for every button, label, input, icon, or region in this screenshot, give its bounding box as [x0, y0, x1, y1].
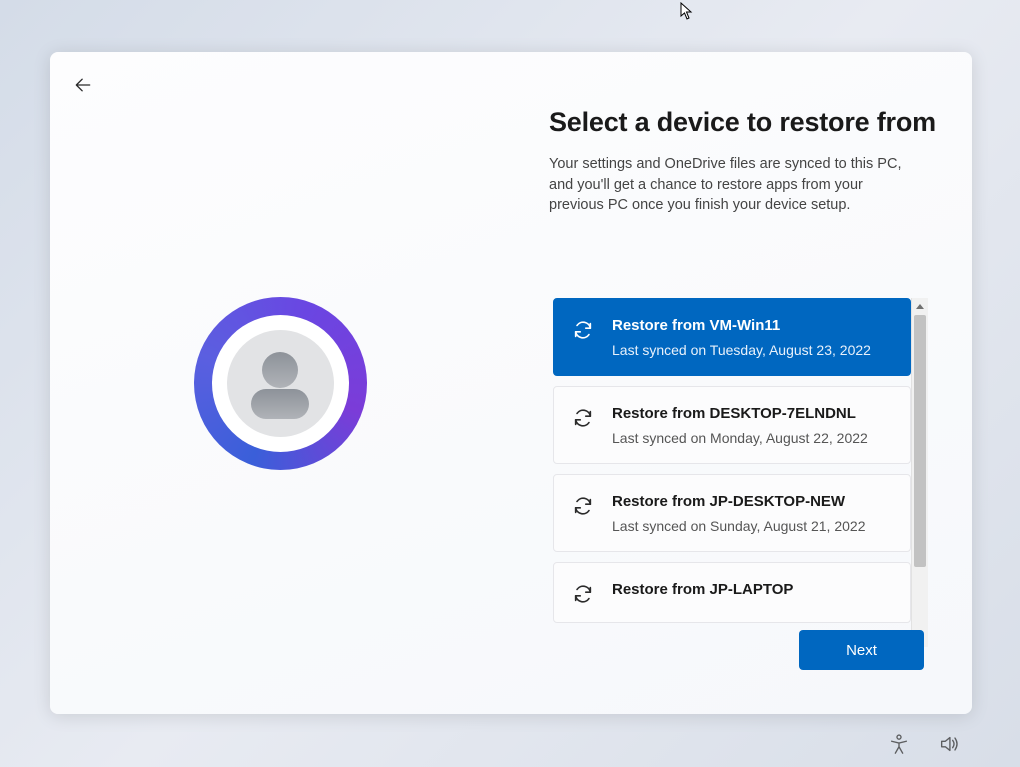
avatar-head-icon [262, 352, 298, 388]
scroll-track[interactable] [912, 315, 928, 630]
device-item[interactable]: Restore from VM-Win11 Last synced on Tues… [553, 298, 911, 376]
device-item[interactable]: Restore from JP-DESKTOP-NEW Last synced o… [553, 474, 911, 552]
chevron-up-icon [916, 304, 924, 309]
device-text: Restore from DESKTOP-7ELNDNL Last synced … [612, 405, 868, 446]
device-item[interactable]: Restore from JP-LAPTOP [553, 562, 911, 623]
setup-card: Select a device to restore from Your set… [50, 52, 972, 714]
device-text: Restore from JP-DESKTOP-NEW Last synced o… [612, 493, 865, 534]
device-sync-info: Last synced on Tuesday, August 23, 2022 [612, 342, 871, 358]
sync-icon [572, 319, 594, 341]
next-button[interactable]: Next [799, 630, 924, 670]
avatar-bg-grey [227, 330, 334, 437]
device-text: Restore from VM-Win11 Last synced on Tues… [612, 317, 871, 358]
device-title: Restore from JP-LAPTOP [612, 581, 793, 598]
device-sync-info: Last synced on Sunday, August 21, 2022 [612, 518, 865, 534]
device-list: Restore from VM-Win11 Last synced on Tues… [553, 298, 911, 647]
sync-icon [572, 407, 594, 429]
avatar-ring [194, 297, 367, 470]
device-list-wrap: Restore from VM-Win11 Last synced on Tues… [553, 298, 928, 647]
scroll-thumb[interactable] [914, 315, 926, 567]
illustration-pane [50, 52, 510, 714]
avatar-body-icon [251, 389, 309, 419]
mouse-cursor [680, 2, 694, 20]
avatar-bg-white [212, 315, 349, 452]
device-text: Restore from JP-LAPTOP [612, 581, 793, 598]
sync-icon [572, 495, 594, 517]
page-subtext: Your settings and OneDrive files are syn… [549, 154, 919, 216]
sync-icon [572, 583, 594, 605]
device-title: Restore from VM-Win11 [612, 317, 871, 334]
scroll-up-button[interactable] [912, 298, 928, 315]
device-title: Restore from JP-DESKTOP-NEW [612, 493, 865, 510]
page-title: Select a device to restore from [549, 107, 949, 138]
device-sync-info: Last synced on Monday, August 22, 2022 [612, 430, 868, 446]
accessibility-icon[interactable] [888, 733, 910, 755]
volume-icon[interactable] [938, 733, 960, 755]
device-item[interactable]: Restore from DESKTOP-7ELNDNL Last synced … [553, 386, 911, 464]
content-pane: Select a device to restore from Your set… [549, 107, 949, 250]
taskbar-tray [888, 733, 960, 755]
device-title: Restore from DESKTOP-7ELNDNL [612, 405, 868, 422]
scrollbar[interactable] [911, 298, 928, 647]
